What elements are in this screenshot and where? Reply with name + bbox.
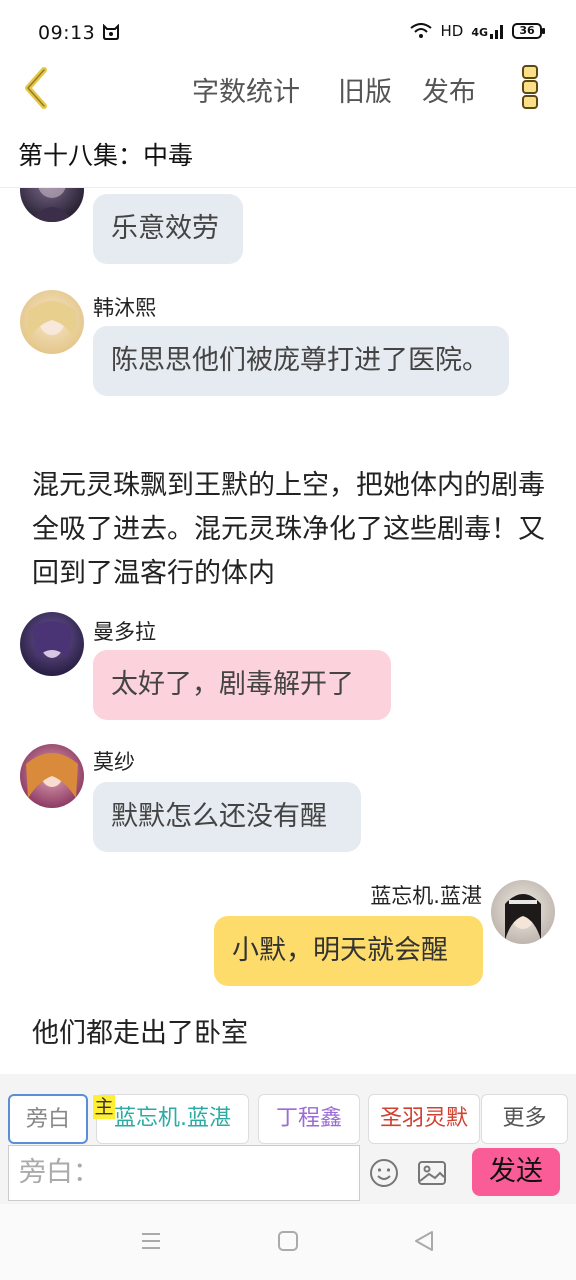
signal-icon: 4G bbox=[471, 23, 504, 39]
more-roles-button[interactable]: 更多 bbox=[481, 1094, 568, 1144]
role-chip-main[interactable]: 蓝忘机.蓝湛 bbox=[96, 1094, 249, 1144]
avatar[interactable] bbox=[20, 290, 84, 354]
back-nav-icon[interactable] bbox=[413, 1230, 435, 1252]
sender-name: 曼多拉 bbox=[93, 620, 156, 644]
more-options-icon[interactable] bbox=[518, 62, 542, 110]
word-count-button[interactable]: 字数统计 bbox=[192, 70, 300, 109]
avatar[interactable] bbox=[20, 612, 84, 676]
message-input[interactable]: 旁白： bbox=[8, 1145, 360, 1201]
message-bubble[interactable]: 乐意效劳 bbox=[93, 194, 243, 264]
battery-icon: 36 bbox=[512, 23, 545, 39]
compose-toolbar: 旁白 蓝忘机.蓝湛 丁程鑫 圣羽灵默 更多 主 旁白： 发送 bbox=[0, 1074, 576, 1204]
narration-text[interactable]: 他们都走出了卧室 bbox=[32, 1012, 546, 1056]
home-nav-icon[interactable] bbox=[277, 1230, 299, 1252]
publish-button[interactable]: 发布 bbox=[422, 70, 476, 109]
avatar[interactable] bbox=[20, 188, 84, 222]
avatar[interactable] bbox=[491, 880, 555, 944]
chat-area[interactable]: 乐意效劳 韩沐熙 陈思思他们被庞尊打进了医院。 混元灵珠飘到王默的上空，把她体内… bbox=[0, 188, 576, 1074]
role-chip[interactable]: 圣羽灵默 bbox=[368, 1094, 480, 1144]
message-bubble[interactable]: 太好了，剧毒解开了 bbox=[93, 650, 391, 720]
role-chip-narrator[interactable]: 旁白 bbox=[8, 1094, 88, 1144]
sender-name: 蓝忘机.蓝湛 bbox=[370, 884, 482, 908]
back-arrow-icon[interactable] bbox=[20, 64, 60, 110]
message-bubble[interactable]: 陈思思他们被庞尊打进了医院。 bbox=[93, 326, 509, 396]
chapter-title: 第十八集：中毒 bbox=[18, 141, 194, 170]
message-bubble[interactable]: 小默，明天就会醒 bbox=[214, 916, 483, 986]
notification-cat-icon bbox=[103, 24, 119, 40]
role-chip[interactable]: 丁程鑫 bbox=[258, 1094, 360, 1144]
message-bubble[interactable]: 默默怎么还没有醒 bbox=[93, 782, 361, 852]
send-button[interactable]: 发送 bbox=[472, 1148, 560, 1196]
status-indicators: HD 4G 36 bbox=[410, 22, 545, 40]
image-icon[interactable] bbox=[416, 1157, 448, 1189]
main-role-tag: 主 bbox=[93, 1095, 115, 1119]
app-header: 字数统计 旧版 发布 bbox=[0, 60, 576, 116]
avatar[interactable] bbox=[20, 744, 84, 808]
wifi-icon bbox=[410, 23, 433, 38]
signal-label: 4G bbox=[471, 26, 488, 39]
narration-text[interactable]: 混元灵珠飘到王默的上空，把她体内的剧毒全吸了进去。混元灵珠净化了这些剧毒！又回到… bbox=[32, 464, 546, 596]
system-nav-bar bbox=[0, 1204, 576, 1280]
menu-nav-icon[interactable] bbox=[140, 1230, 162, 1252]
emoji-icon[interactable] bbox=[368, 1157, 400, 1189]
old-version-button[interactable]: 旧版 bbox=[338, 70, 392, 109]
network-label: HD bbox=[440, 22, 464, 40]
status-time: 09:13 bbox=[38, 22, 96, 44]
status-bar: 09:13 HD 4G 36 bbox=[0, 0, 576, 64]
sender-name: 莫纱 bbox=[93, 750, 135, 774]
sender-name: 韩沐熙 bbox=[93, 296, 156, 320]
